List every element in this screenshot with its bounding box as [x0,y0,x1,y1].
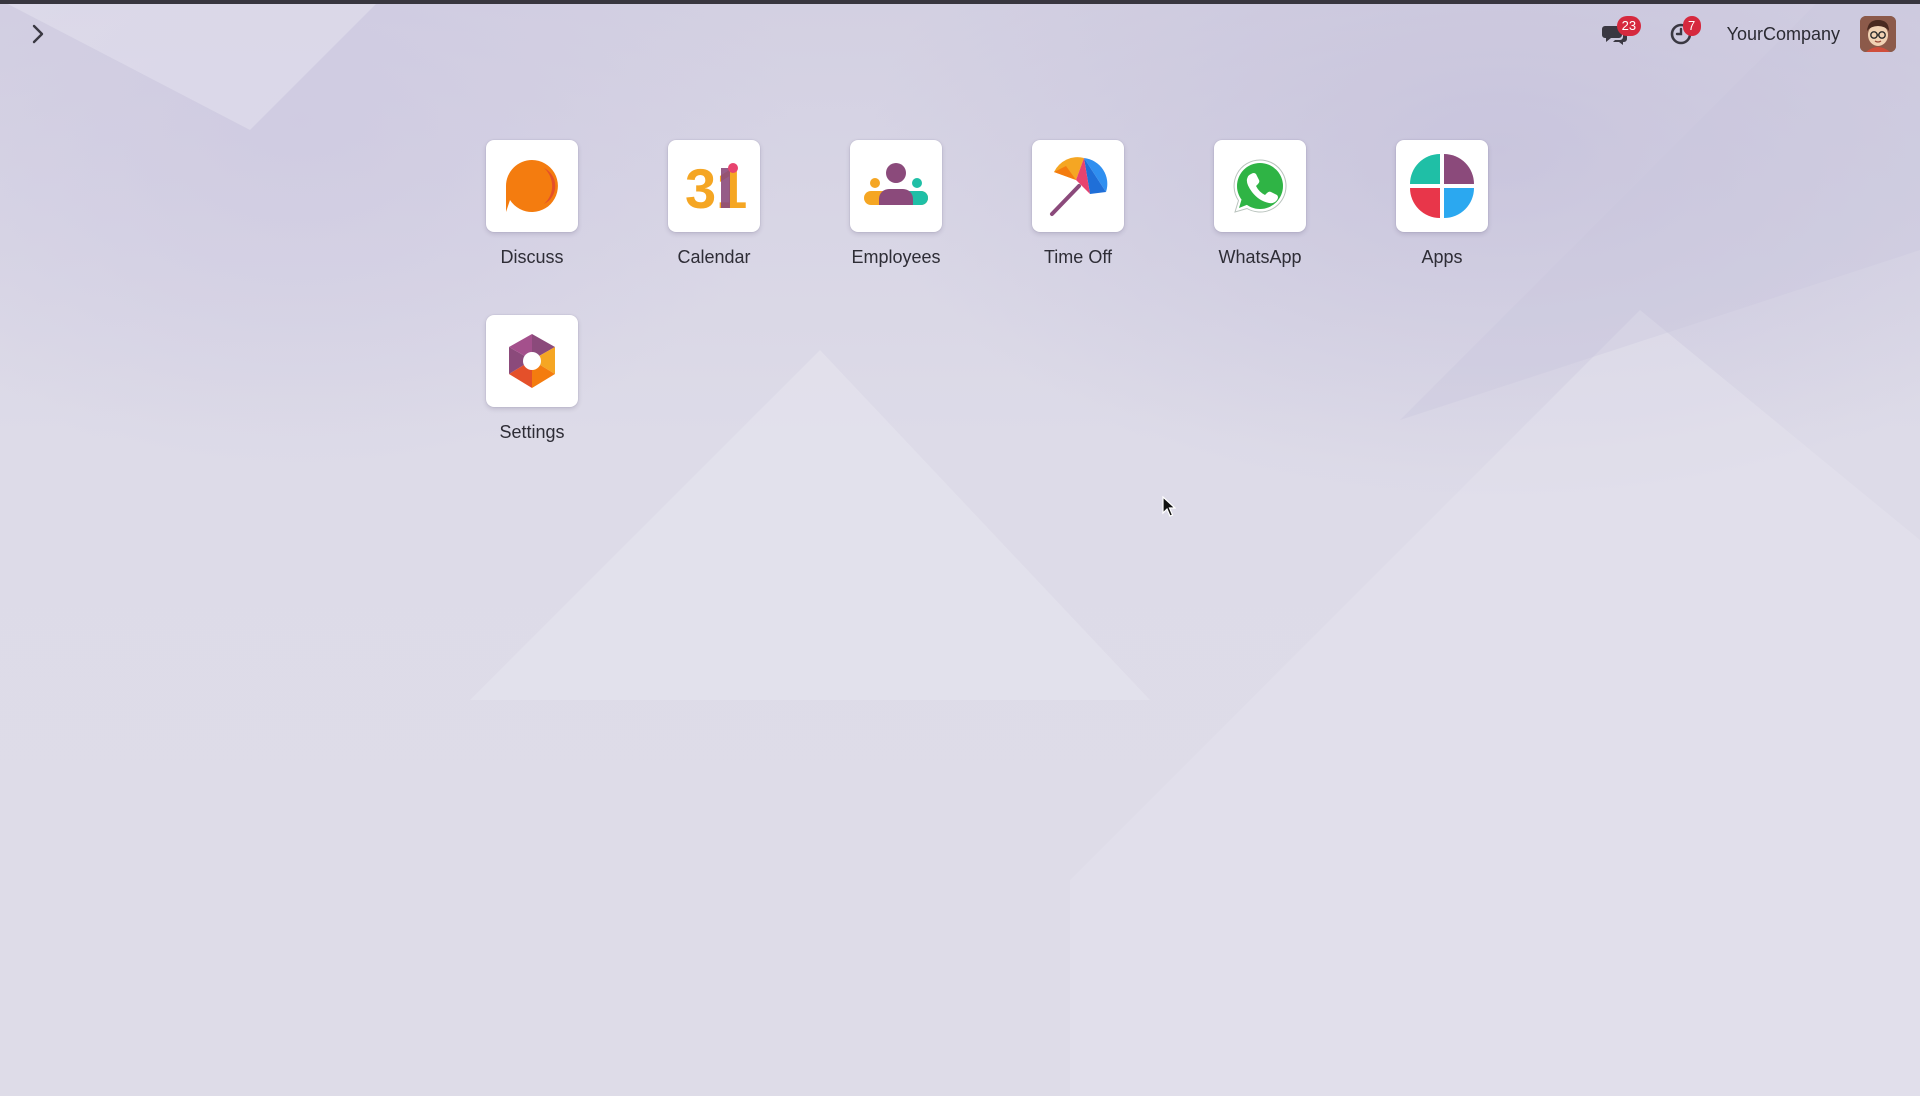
app-whatsapp[interactable]: WhatsApp [1169,140,1351,315]
app-settings[interactable]: Settings [441,315,623,490]
employees-icon [864,163,928,205]
time-off-icon [1050,157,1108,216]
company-switcher[interactable]: YourCompany [1727,24,1840,45]
calendar-number: 31 [685,157,747,216]
activities-button[interactable]: 7 [1661,14,1701,54]
app-label: Employees [851,247,941,267]
chevron-right-icon[interactable] [26,22,50,46]
app-discuss[interactable]: Discuss [441,140,623,315]
app-calendar[interactable]: 31 Calendar [623,140,805,315]
app-label: WhatsApp [1218,247,1302,267]
top-border [0,0,1920,4]
app-label: Apps [1421,247,1463,267]
navbar-systray: 23 7 YourCompany [1595,14,1896,54]
activities-badge: 7 [1682,16,1701,36]
messages-button[interactable]: 23 [1595,14,1642,54]
settings-icon [509,334,555,388]
mouse-pointer-icon [1162,495,1177,523]
app-tile [1396,140,1488,232]
discuss-icon [506,160,558,212]
app-tile [1032,140,1124,232]
app-apps[interactable]: Apps [1351,140,1533,315]
whatsapp-icon [1233,159,1287,213]
app-label: Time Off [1043,247,1112,267]
avatar[interactable] [1860,16,1896,52]
apps-icon [1410,154,1474,218]
app-tile [1214,140,1306,232]
app-label: Settings [499,422,565,442]
app-tile [486,140,578,232]
app-tile: 31 [668,140,760,232]
app-label: Calendar [677,247,751,267]
app-grid: Discuss 31 Calendar Employees Time Off W… [441,140,1541,490]
messages-badge: 23 [1616,16,1642,36]
app-tile [850,140,942,232]
app-employees[interactable]: Employees [805,140,987,315]
app-tile [486,315,578,407]
app-label: Discuss [500,247,564,267]
app-time-off[interactable]: Time Off [987,140,1169,315]
calendar-icon: 31 [685,157,747,216]
